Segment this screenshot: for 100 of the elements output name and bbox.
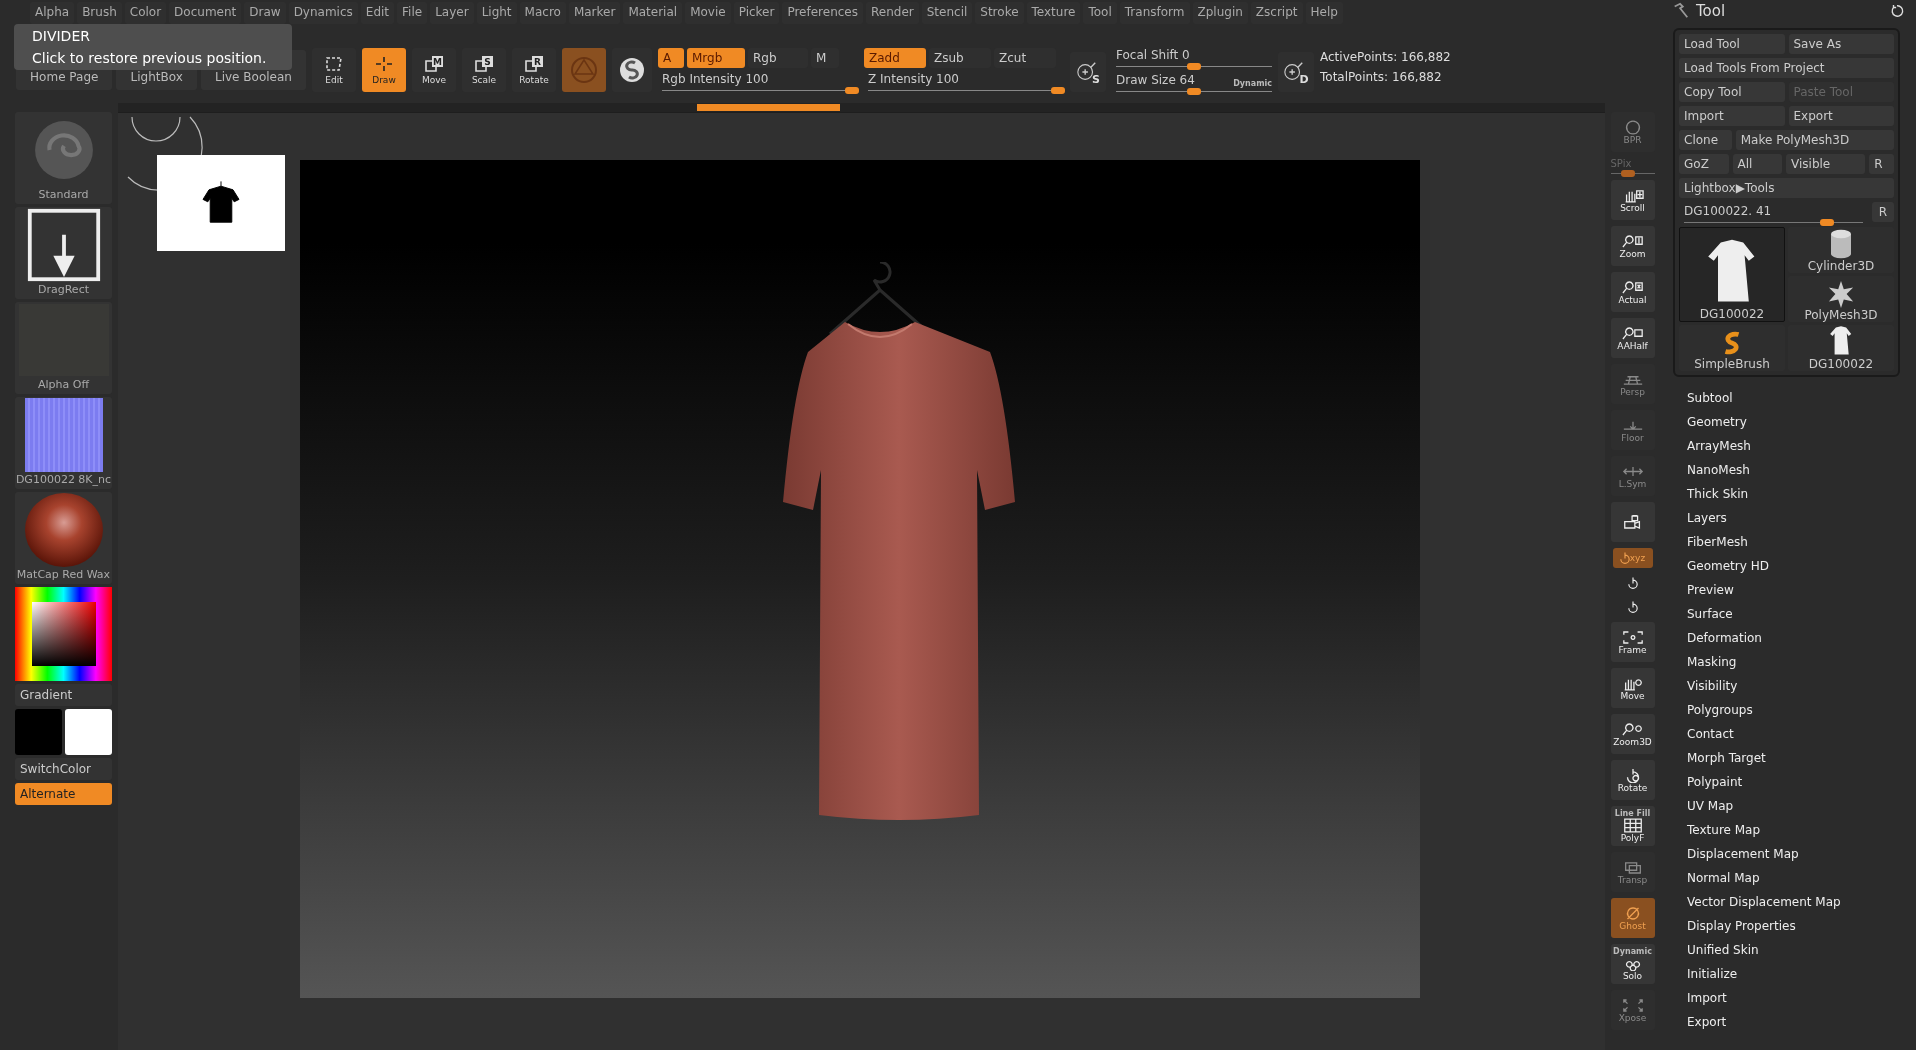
menu-item[interactable]: Dynamics xyxy=(288,2,358,24)
menu-section[interactable]: NanoMesh xyxy=(1687,461,1750,480)
menu-item[interactable]: Brush xyxy=(77,2,122,24)
tool-button[interactable]: Clone xyxy=(1679,130,1732,150)
mode-button[interactable]: S Scale xyxy=(462,48,506,92)
shelf-slot[interactable]: DG100022 8K_nc xyxy=(15,397,112,489)
menu-item[interactable]: Edit xyxy=(360,2,395,24)
tool-button[interactable]: Lightbox▶Tools xyxy=(1679,178,1894,198)
menu-section[interactable]: Import xyxy=(1687,989,1727,1008)
menu-item[interactable]: Stroke xyxy=(975,2,1024,24)
view-button[interactable]: Move xyxy=(1610,668,1655,708)
toggle-button[interactable]: Mrgb xyxy=(687,48,745,68)
menu-item[interactable]: Draw xyxy=(244,2,286,24)
menu-section[interactable]: Unified Skin xyxy=(1687,941,1759,960)
menu-item[interactable]: Help xyxy=(1305,2,1343,24)
stroke-dial-button[interactable]: D xyxy=(1278,52,1314,92)
menu-item[interactable]: Movie xyxy=(685,2,731,24)
reset-icon[interactable] xyxy=(1890,4,1904,18)
shelf-slot[interactable]: Alpha Off xyxy=(15,302,112,394)
menu-item[interactable]: Macro xyxy=(519,2,566,24)
menu-item[interactable]: Layer xyxy=(430,2,474,24)
menu-item[interactable]: Color xyxy=(124,2,167,24)
menu-item[interactable]: Marker xyxy=(568,2,621,24)
view-button[interactable]: Frame xyxy=(1610,622,1655,662)
mode-button[interactable]: M Move xyxy=(412,48,456,92)
menu-item[interactable]: Zplugin xyxy=(1192,2,1248,24)
focal-shift-slider[interactable]: Focal Shift 0 xyxy=(1112,48,1272,67)
color-swatch[interactable] xyxy=(65,709,112,755)
menu-section[interactable]: Polygroups xyxy=(1687,701,1753,720)
menu-section[interactable]: FiberMesh xyxy=(1687,533,1748,552)
menu-item[interactable]: Zscript xyxy=(1250,2,1303,24)
menu-section[interactable]: Initialize xyxy=(1687,965,1738,984)
menu-section[interactable]: Geometry xyxy=(1687,413,1747,432)
tool-button[interactable]: Save As xyxy=(1788,34,1894,54)
menu-item[interactable]: File xyxy=(397,2,428,24)
menu-item[interactable]: Texture xyxy=(1026,2,1081,24)
gradient-button[interactable]: Gradient xyxy=(15,684,112,706)
shelf-slot[interactable]: DragRect xyxy=(15,207,112,299)
menu-item[interactable]: Picker xyxy=(733,2,780,24)
menu-section[interactable]: Normal Map xyxy=(1687,869,1760,888)
alternate-button[interactable]: Alternate xyxy=(15,783,112,805)
menu-section[interactable]: Thick Skin xyxy=(1687,485,1749,504)
view-button[interactable]: Dynamic Solo xyxy=(1610,944,1655,984)
view-button[interactable]: Zoom xyxy=(1610,226,1655,266)
menu-item[interactable]: Tool xyxy=(1083,2,1117,24)
menu-section[interactable]: Preview xyxy=(1687,581,1734,600)
shelf-slot[interactable]: Standard xyxy=(15,112,112,204)
tool-button[interactable]: Load Tools From Project xyxy=(1679,58,1894,78)
menu-section[interactable]: Subtool xyxy=(1687,389,1733,408)
tool-button[interactable]: Load Tool xyxy=(1679,34,1785,54)
intensity-slider[interactable]: Rgb Intensity 100 xyxy=(658,72,858,91)
tool-button[interactable]: Visible xyxy=(1786,154,1866,174)
menu-item[interactable]: Document xyxy=(169,2,242,24)
menu-section[interactable]: ArrayMesh xyxy=(1687,437,1751,456)
shelf-slot[interactable]: MatCap Red Wax xyxy=(15,492,112,584)
color-swatch[interactable] xyxy=(15,709,62,755)
view-button[interactable] xyxy=(1610,502,1655,542)
tool-thumbnail[interactable]: DG100022 xyxy=(1679,227,1785,322)
spiral-button[interactable] xyxy=(612,48,652,92)
tool-button[interactable]: Import xyxy=(1679,106,1785,126)
subtool-slider[interactable]: DG100022. 41 xyxy=(1679,202,1868,223)
menu-section[interactable]: Export xyxy=(1687,1013,1727,1032)
menu-section[interactable]: Displacement Map xyxy=(1687,845,1799,864)
view-button[interactable]: Zoom3D xyxy=(1610,714,1655,754)
toggle-button[interactable]: Zcut xyxy=(994,48,1056,68)
tool-button[interactable]: Copy Tool xyxy=(1679,82,1785,102)
tool-button[interactable]: R xyxy=(1872,202,1894,222)
toggle-button[interactable]: Rgb xyxy=(748,48,808,68)
menu-section[interactable]: Masking xyxy=(1687,653,1737,672)
view-button[interactable]: Scroll xyxy=(1610,180,1655,220)
menu-section[interactable]: Deformation xyxy=(1687,629,1762,648)
navigator-thumbnail[interactable] xyxy=(157,155,285,251)
toggle-button[interactable]: M xyxy=(811,48,839,68)
menu-item[interactable]: Alpha xyxy=(30,2,75,24)
viewport[interactable] xyxy=(300,160,1420,998)
menu-item[interactable]: Preferences xyxy=(782,2,863,24)
view-button[interactable]: AAHalf xyxy=(1610,318,1655,358)
draw-size-slider[interactable]: Draw Size 64 Dynamic xyxy=(1112,73,1272,92)
menu-section[interactable]: Texture Map xyxy=(1687,821,1761,840)
toggle-button[interactable]: A xyxy=(658,48,684,68)
menu-section[interactable]: Morph Target xyxy=(1687,749,1766,768)
menu-item[interactable]: Stencil xyxy=(921,2,973,24)
toggle-button[interactable]: Zadd xyxy=(864,48,926,68)
menu-item[interactable]: Light xyxy=(476,2,517,24)
menu-section[interactable]: Polypaint xyxy=(1687,773,1743,792)
menu-item[interactable]: Material xyxy=(623,2,683,24)
tool-button[interactable]: GoZ xyxy=(1679,154,1729,174)
menu-section[interactable]: Contact xyxy=(1687,725,1734,744)
menu-item[interactable]: Transform xyxy=(1119,2,1190,24)
menu-section[interactable]: Surface xyxy=(1687,605,1733,624)
intensity-slider[interactable]: Z Intensity 100 xyxy=(864,72,1064,91)
mode-button[interactable]: R Rotate xyxy=(512,48,556,92)
view-button[interactable]: Actual xyxy=(1610,272,1655,312)
tool-button[interactable]: Make PolyMesh3D xyxy=(1735,130,1894,150)
switch-color-button[interactable]: SwitchColor xyxy=(15,758,112,780)
tool-button[interactable]: R xyxy=(1869,154,1894,174)
tool-button[interactable]: All xyxy=(1732,154,1782,174)
toggle-button[interactable]: Zsub xyxy=(929,48,991,68)
menu-section[interactable]: Geometry HD xyxy=(1687,557,1769,576)
mode-button[interactable]: Edit xyxy=(312,48,356,92)
